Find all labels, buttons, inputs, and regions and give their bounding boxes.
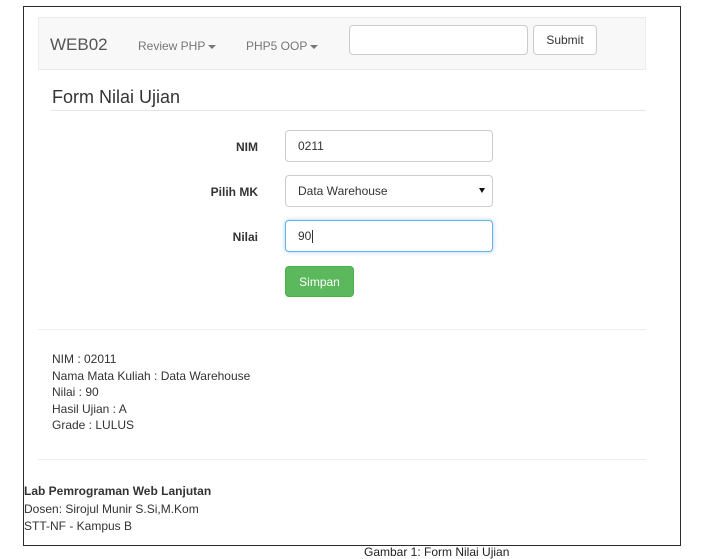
footer-campus: STT-NF - Kampus B [24,519,133,533]
nilai-label: Nilai [232,230,258,244]
navbar-brand[interactable]: WEB02 [50,35,108,55]
result-panel: NIM : 02011 Nama Mata Kuliah : Data Ware… [52,351,250,434]
search-input[interactable] [349,25,528,55]
figure-caption: Gambar 1: Form Nilai Ujian [364,545,510,559]
divider [51,110,646,111]
nilai-value: 90 [298,229,312,243]
nim-label: NIM [236,140,258,154]
mk-label: Pilih MK [210,185,258,199]
mk-selected-value: Data Warehouse [298,184,388,198]
dropdown-arrow-icon [479,188,485,193]
text-cursor [312,230,314,244]
page-title: Form Nilai Ujian [52,87,181,107]
result-nim: NIM : 02011 [52,352,117,366]
footer-dosen: Dosen: Sirojul Munir S.Si,M.Kom [24,501,199,516]
nav-menu-label: Review PHP [138,39,206,53]
result-nilai: Nilai : 90 [52,385,99,400]
nim-input[interactable]: 0211 [285,130,493,162]
nav-menu-review-php[interactable]: Review PHP [138,39,217,53]
nim-value: 0211 [298,139,324,153]
result-hasil-ujian: Hasil Ujian : A [52,401,127,416]
browser-frame: WEB02 Review PHP PHP5 OOP Submit Form Ni… [23,6,681,546]
footer-title: Lab Pemrograman Web Lanjutan [24,484,212,498]
nilai-input[interactable]: 90 [285,220,493,252]
navbar: WEB02 Review PHP PHP5 OOP Submit [38,17,646,70]
caret-down-icon [208,44,217,49]
nav-menu-label: PHP5 OOP [246,39,308,53]
divider [38,459,646,460]
result-grade: Grade : LULUS [52,418,135,433]
submit-button[interactable]: Submit [533,25,597,55]
mk-select[interactable]: Data Warehouse [285,175,493,207]
save-button[interactable]: Simpan [285,266,354,297]
caret-down-icon [310,44,319,49]
result-mata-kuliah: Nama Mata Kuliah : Data Warehouse [52,368,251,383]
divider [38,329,646,330]
nav-menu-php5-oop[interactable]: PHP5 OOP [246,39,319,53]
footer: Lab Pemrograman Web Lanjutan Dosen: Siro… [24,483,211,536]
